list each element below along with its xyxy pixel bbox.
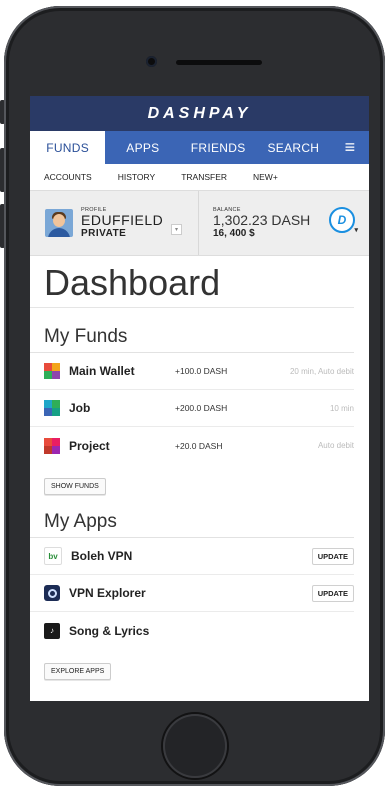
- hamburger-menu-icon[interactable]: ≡: [331, 131, 369, 164]
- fund-meta: Auto debit: [317, 441, 354, 450]
- funds-list: Main Wallet +100.0 DASH 20 min, Auto deb…: [30, 353, 369, 464]
- explore-apps-button[interactable]: EXPLORE APPS: [44, 663, 112, 680]
- boleh-vpn-icon: bv: [44, 547, 62, 565]
- brand-bar: DASHPAY: [30, 96, 369, 131]
- fund-meta: 10 min: [329, 403, 354, 413]
- subnav-transfer[interactable]: TRANSFER: [181, 172, 227, 182]
- profile-visibility: PRIVATE: [81, 228, 127, 239]
- list-item[interactable]: Main Wallet +100.0 DASH 20 min, Auto deb…: [30, 353, 354, 390]
- tab-funds[interactable]: FUNDS: [30, 131, 106, 164]
- profile-panel[interactable]: PROFILE EDUFFIELD PRIVATE ▾: [30, 191, 199, 255]
- home-button[interactable]: [163, 714, 227, 778]
- update-button[interactable]: UPDATE: [311, 584, 354, 602]
- tab-search[interactable]: SEARCH: [256, 131, 331, 164]
- profile-dropdown-icon[interactable]: ▾: [171, 224, 182, 235]
- subnav-new[interactable]: NEW+: [253, 172, 278, 182]
- song-lyrics-icon: ♪: [44, 622, 60, 639]
- fund-icon: [44, 363, 60, 379]
- list-item[interactable]: bv Boleh VPN UPDATE: [30, 538, 354, 575]
- tab-friends[interactable]: FRIENDS: [181, 131, 256, 164]
- fund-name: Main Wallet: [69, 364, 135, 378]
- app-name: Song & Lyrics: [69, 623, 150, 638]
- fund-name: Project: [69, 438, 110, 453]
- avatar: [45, 209, 73, 237]
- apps-list: bv Boleh VPN UPDATE VPN Explorer UPDATE …: [30, 538, 369, 649]
- fund-meta: 20 min, Auto debit: [289, 366, 354, 376]
- app-name: Boleh VPN: [71, 549, 133, 563]
- fund-name: Job: [69, 401, 91, 415]
- brand-logo: DASHPAY: [147, 104, 252, 122]
- fund-icon: [44, 400, 60, 416]
- account-info-bar: PROFILE EDUFFIELD PRIVATE ▾ BALANCE 1,30…: [30, 191, 369, 256]
- list-item[interactable]: ♪ Song & Lyrics: [30, 612, 354, 649]
- page-title: Dashboard: [30, 259, 354, 308]
- subnav-accounts[interactable]: ACCOUNTS: [44, 172, 92, 182]
- funds-heading: My Funds: [30, 322, 354, 353]
- balance-panel: BALANCE 1,302.23 DASH 16, 400 $ D ▾: [199, 191, 369, 255]
- fund-amount: +100.0 DASH: [175, 366, 228, 376]
- fund-icon: [44, 437, 60, 454]
- front-camera: [146, 56, 157, 67]
- app-screen: DASHPAY FUNDS APPS FRIENDS SEARCH ≡ ACCO…: [30, 96, 369, 701]
- update-button[interactable]: UPDATE: [311, 547, 354, 565]
- main-tabs: FUNDS APPS FRIENDS SEARCH ≡: [30, 131, 369, 164]
- sub-navigation: ACCOUNTS HISTORY TRANSFER NEW+: [30, 164, 369, 191]
- subnav-history[interactable]: HISTORY: [118, 172, 155, 182]
- list-item[interactable]: Project +20.0 DASH Auto debit: [30, 427, 354, 464]
- apps-heading: My Apps: [30, 507, 354, 538]
- vpn-explorer-icon: [44, 585, 60, 601]
- list-item[interactable]: VPN Explorer UPDATE: [30, 575, 354, 612]
- dash-coin-icon[interactable]: D ▾: [329, 207, 358, 234]
- fund-amount: +200.0 DASH: [175, 403, 228, 413]
- list-item[interactable]: Job +200.0 DASH 10 min: [30, 390, 354, 427]
- earpiece-speaker: [176, 60, 262, 65]
- balance-usd: 16, 400 $: [213, 228, 255, 239]
- profile-name: EDUFFIELD: [81, 212, 164, 228]
- tab-apps[interactable]: APPS: [105, 131, 180, 164]
- show-funds-button[interactable]: SHOW FUNDS: [44, 478, 106, 495]
- app-name: VPN Explorer: [69, 586, 146, 600]
- balance-dash: 1,302.23 DASH: [213, 212, 311, 228]
- fund-amount: +20.0 DASH: [175, 440, 223, 451]
